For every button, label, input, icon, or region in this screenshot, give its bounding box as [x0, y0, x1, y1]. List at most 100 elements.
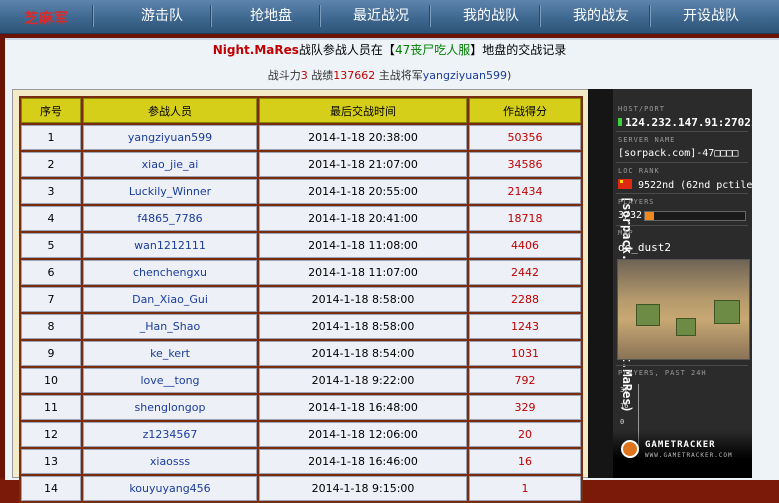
nav-item-my-comrades[interactable]: 我的战友 [559, 0, 643, 33]
nav-item-create-team[interactable]: 开设战队 [669, 0, 753, 33]
battle-score: 2442 [469, 260, 581, 285]
team-name[interactable]: Night.MaRes [213, 43, 299, 57]
last-battle-time: 2014-1-18 20:41:00 [259, 206, 467, 231]
gt-server-value: [sorpack.com]-47□□□□ [618, 148, 739, 159]
row-number: 10 [21, 368, 81, 393]
last-battle-time: 2014-1-18 9:15:00 [259, 476, 467, 501]
table-row: 6 chenchengxu 2014-1-18 11:07:00 2442 [21, 260, 581, 285]
gametracker-logo-url: WWW.GAMETRACKER.COM [645, 452, 733, 459]
table-row: 2 xiao_jie_ai 2014-1-18 21:07:00 34586 [21, 152, 581, 177]
map-crate [714, 300, 740, 324]
row-number: 5 [21, 233, 81, 258]
participant-name[interactable]: xiaosss [83, 449, 257, 474]
gt-players-bar-fill [645, 212, 655, 220]
site-logo[interactable]: 芝麻军 [24, 8, 69, 28]
participant-name[interactable]: Dan_Xiao_Gui [83, 287, 257, 312]
title-text: 战队参战人员在【 [298, 43, 395, 57]
battle-score: 16 [469, 449, 581, 474]
server-name-link[interactable]: 47丧尸吃人服 [395, 43, 470, 57]
table-row: 7 Dan_Xiao_Gui 2014-1-18 8:58:00 2288 [21, 287, 581, 312]
gt-divider [616, 225, 748, 226]
row-number: 14 [21, 476, 81, 501]
table-row: 9 ke_kert 2014-1-18 8:54:00 1031 [21, 341, 581, 366]
chart-tick: 16 [620, 402, 629, 410]
summary-label-general: 主战将军 [375, 69, 423, 82]
table-row: 11 shenglongop 2014-1-18 16:48:00 329 [21, 395, 581, 420]
participant-name[interactable]: f4865_7786 [83, 206, 257, 231]
table-row: 4 f4865_7786 2014-1-18 20:41:00 18718 [21, 206, 581, 231]
nav-item-grab-territory[interactable]: 抢地盘 [229, 0, 313, 33]
participant-name[interactable]: kouyuyang456 [83, 476, 257, 501]
col-header-participant: 参战人员 [83, 98, 257, 123]
last-battle-time: 2014-1-18 12:06:00 [259, 422, 467, 447]
row-number: 12 [21, 422, 81, 447]
participant-name[interactable]: yangziyuan599 [83, 125, 257, 150]
general-name[interactable]: yangziyuan599 [423, 69, 507, 82]
gt-rank-text: 9522nd (62nd pctile) [638, 180, 752, 191]
battle-table-panel: 序号 参战人员 最后交战时间 作战得分 1 yangziyuan599 2014-1… [12, 89, 590, 503]
gt-rank-value: 9522nd (62nd pctile) [618, 179, 752, 191]
battle-score: 792 [469, 368, 581, 393]
row-number: 8 [21, 314, 81, 339]
last-battle-time: 2014-1-18 8:58:00 [259, 314, 467, 339]
participant-name[interactable]: chenchengxu [83, 260, 257, 285]
last-battle-time: 2014-1-18 20:55:00 [259, 179, 467, 204]
table-row: 10 love__tong 2014-1-18 9:22:00 792 [21, 368, 581, 393]
gt-host-label: HOST/PORT [618, 105, 665, 113]
row-number: 3 [21, 179, 81, 204]
nav-divider [649, 5, 651, 27]
gt-divider [616, 193, 748, 194]
participant-name[interactable]: shenglongop [83, 395, 257, 420]
row-number: 4 [21, 206, 81, 231]
battle-score: 50356 [469, 125, 581, 150]
participant-name[interactable]: wan1212111 [83, 233, 257, 258]
battle-score: 1 [469, 476, 581, 501]
gt-rank-label: LOC RANK [618, 167, 660, 175]
gt-map-value: de_dust2 [618, 241, 671, 254]
row-number: 9 [21, 341, 81, 366]
summary-label-power: 战斗力 [267, 69, 301, 82]
gt-divider [616, 162, 748, 163]
battle-score: 18718 [469, 206, 581, 231]
battle-score: 1243 [469, 314, 581, 339]
row-number: 1 [21, 125, 81, 150]
map-crate [676, 318, 696, 336]
participant-name[interactable]: xiao_jie_ai [83, 152, 257, 177]
title-text-end: 】地盘的交战记录 [470, 43, 567, 57]
nav-item-my-team[interactable]: 我的战队 [449, 0, 533, 33]
battle-score: 21434 [469, 179, 581, 204]
gametracker-logo-icon [621, 440, 639, 458]
gametracker-logo[interactable]: GAMETRACKER WWW.GAMETRACKER.COM [613, 430, 752, 478]
summary-close: ) [506, 69, 512, 82]
participant-name[interactable]: _Han_Shao [83, 314, 257, 339]
participant-name[interactable]: z1234567 [83, 422, 257, 447]
nav-item-guerrilla[interactable]: 游击队 [120, 0, 204, 33]
last-battle-time: 2014-1-18 20:38:00 [259, 125, 467, 150]
last-battle-time: 2014-1-18 8:58:00 [259, 287, 467, 312]
participant-name[interactable]: ke_kert [83, 341, 257, 366]
status-online-icon [618, 118, 622, 126]
nav-divider [92, 5, 94, 27]
row-number: 11 [21, 395, 81, 420]
last-battle-time: 2014-1-18 8:54:00 [259, 341, 467, 366]
gt-players-value: 3/32 [618, 210, 643, 221]
chart-tick: 32 [620, 386, 629, 394]
last-battle-time: 2014-1-18 21:07:00 [259, 152, 467, 177]
participant-name[interactable]: Luckily_Winner [83, 179, 257, 204]
power-value: 3 [300, 69, 308, 82]
battle-score: 4406 [469, 233, 581, 258]
nav-divider [429, 5, 431, 27]
table-row: 13 xiaosss 2014-1-18 16:46:00 16 [21, 449, 581, 474]
gt-players-bar [644, 211, 746, 221]
record-value: 137662 [333, 69, 376, 82]
row-number: 13 [21, 449, 81, 474]
gt-divider [616, 365, 748, 366]
nav-item-recent-battles[interactable]: 最近战况 [339, 0, 423, 33]
last-battle-time: 2014-1-18 11:08:00 [259, 233, 467, 258]
chart-tick: 0 [620, 418, 625, 426]
row-number: 6 [21, 260, 81, 285]
participant-name[interactable]: love__tong [83, 368, 257, 393]
battle-record-table: 序号 参战人员 最后交战时间 作战得分 1 yangziyuan599 2014-1… [19, 96, 583, 503]
gametracker-widget[interactable]: [sorpack.com]-47 (Night.MaRes) HOST/PORT… [588, 89, 752, 478]
gt-players-label: PLAYERS [618, 198, 655, 206]
